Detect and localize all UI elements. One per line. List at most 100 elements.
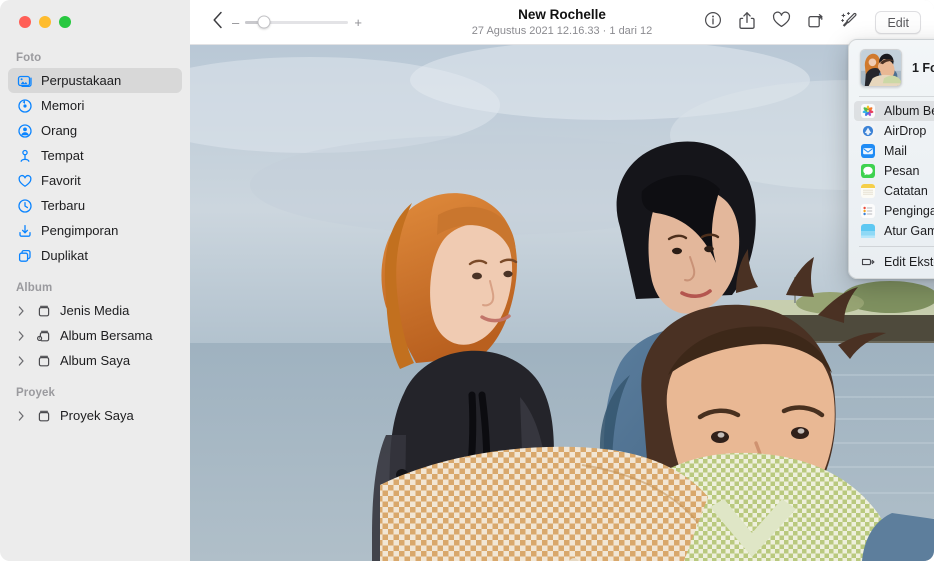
- photo-image: [190, 45, 934, 561]
- sidebar-item-tempat[interactable]: Tempat: [8, 143, 182, 168]
- popover-divider-bottom: [859, 246, 934, 247]
- heart-icon: [16, 172, 33, 189]
- places-pin-icon: [16, 147, 33, 164]
- selected-photo-thumbnail: [860, 49, 902, 87]
- sidebar-section-header-album: Album: [0, 282, 190, 298]
- minimize-button[interactable]: [39, 16, 51, 28]
- spacer: [0, 373, 190, 387]
- album-icon: [35, 407, 52, 424]
- chevron-right-icon[interactable]: [16, 306, 27, 316]
- share-target-label: Pesan: [884, 164, 919, 178]
- sidebar-item-pengimporan[interactable]: Pengimporan: [8, 218, 182, 243]
- slider-track[interactable]: [245, 21, 348, 24]
- info-button[interactable]: [697, 8, 729, 38]
- close-button[interactable]: [19, 16, 31, 28]
- share-target-album-bersama[interactable]: Album Bersama: [854, 101, 934, 121]
- edit-extensions-label: Edit Ekstensi...: [884, 255, 934, 269]
- share-button[interactable]: [731, 8, 763, 38]
- spacer: [0, 268, 190, 282]
- chevron-right-icon[interactable]: [16, 411, 27, 421]
- sidebar-item-label: Proyek Saya: [60, 408, 134, 423]
- share-target-label: Mail: [884, 144, 907, 158]
- enhance-button[interactable]: [833, 8, 865, 38]
- messages-app-icon: [860, 164, 875, 179]
- sidebar-item-duplikat[interactable]: Duplikat: [8, 243, 182, 268]
- share-target-label: Pengingat: [884, 204, 934, 218]
- sidebar-item-proyek-saya[interactable]: Proyek Saya: [8, 403, 182, 428]
- zoom-slider[interactable]: – +: [232, 15, 362, 29]
- sidebar-item-label: Tempat: [41, 148, 84, 163]
- photos-app-window: Foto Perpustakaan Memori Orang: [0, 0, 934, 561]
- share-target-label: AirDrop: [884, 124, 926, 138]
- sidebar-item-jenis-media[interactable]: Jenis Media: [8, 298, 182, 323]
- sidebar-item-label: Terbaru: [41, 198, 85, 213]
- sidebar-item-label: Album Bersama: [60, 328, 152, 343]
- album-icon: [35, 352, 52, 369]
- sidebar-section-header-foto: Foto: [0, 52, 190, 68]
- sidebar-section-header-proyek: Proyek: [0, 387, 190, 403]
- share-target-pengingat[interactable]: Pengingat: [854, 201, 934, 221]
- share-target-label: Album Bersama: [884, 104, 934, 118]
- edit-button-label: Edit: [887, 16, 909, 30]
- library-icon: [16, 72, 33, 89]
- share-target-label: Catatan: [884, 184, 928, 198]
- share-target-mail[interactable]: Mail: [854, 141, 934, 161]
- photo-viewer[interactable]: [190, 45, 934, 561]
- zoom-button[interactable]: [59, 16, 71, 28]
- chevron-left-icon: [212, 11, 224, 34]
- photos-app-icon: [860, 104, 875, 119]
- popover-title: 1 Foto Dipilih: [912, 61, 934, 75]
- toolbar: – + New Rochelle 27 Agustus 2021 12.16.3…: [190, 0, 934, 45]
- share-target-label: Atur Gambar Desktop: [884, 224, 934, 238]
- share-target-atur-gambar-desktop[interactable]: Atur Gambar Desktop: [854, 221, 934, 241]
- sidebar-item-label: Perpustakaan: [41, 73, 121, 88]
- notes-app-icon: [860, 184, 875, 199]
- airdrop-icon: [860, 124, 875, 139]
- album-icon: [35, 302, 52, 319]
- popover-header: 1 Foto Dipilih: [849, 47, 934, 96]
- sidebar: Foto Perpustakaan Memori Orang: [0, 0, 190, 561]
- mail-app-icon: [860, 144, 875, 159]
- people-icon: [16, 122, 33, 139]
- back-button[interactable]: [207, 11, 229, 33]
- sidebar-item-perpustakaan[interactable]: Perpustakaan: [8, 68, 182, 93]
- sidebar-item-memori[interactable]: Memori: [8, 93, 182, 118]
- sidebar-item-label: Memori: [41, 98, 84, 113]
- slider-thumb[interactable]: [257, 16, 270, 29]
- sidebar-item-label: Duplikat: [41, 248, 88, 263]
- shared-album-icon: [35, 327, 52, 344]
- window-traffic-lights: [19, 16, 71, 28]
- sidebar-item-album-bersama[interactable]: Album Bersama: [8, 323, 182, 348]
- desktop-picture-icon: [860, 224, 875, 239]
- info-circle-icon: [704, 11, 722, 34]
- rotate-button[interactable]: [799, 8, 831, 38]
- clock-icon: [16, 197, 33, 214]
- sidebar-item-terbaru[interactable]: Terbaru: [8, 193, 182, 218]
- sidebar-item-label: Orang: [41, 123, 77, 138]
- share-icon: [738, 11, 756, 35]
- share-popover: 1 Foto Dipilih: [848, 39, 934, 279]
- sidebar-item-favorit[interactable]: Favorit: [8, 168, 182, 193]
- main-content-area: – + New Rochelle 27 Agustus 2021 12.16.3…: [190, 0, 934, 561]
- duplicates-icon: [16, 247, 33, 264]
- sidebar-item-album-saya[interactable]: Album Saya: [8, 348, 182, 373]
- favorite-button[interactable]: [765, 8, 797, 38]
- share-target-airdrop[interactable]: AirDrop: [854, 121, 934, 141]
- rotate-icon: [806, 11, 825, 35]
- reminders-app-icon: [860, 204, 875, 219]
- share-target-catatan[interactable]: Catatan: [854, 181, 934, 201]
- chevron-right-icon[interactable]: [16, 331, 27, 341]
- zoom-in-label[interactable]: +: [354, 16, 362, 29]
- popover-divider: [859, 96, 934, 97]
- heart-outline-icon: [772, 11, 791, 34]
- edit-button[interactable]: Edit: [875, 11, 921, 34]
- sidebar-item-label: Album Saya: [60, 353, 130, 368]
- share-target-pesan[interactable]: Pesan: [854, 161, 934, 181]
- sidebar-scroll-area: Foto Perpustakaan Memori Orang: [0, 52, 190, 428]
- edit-extensions-item[interactable]: Edit Ekstensi...: [854, 252, 934, 272]
- import-icon: [16, 222, 33, 239]
- sidebar-item-label: Pengimporan: [41, 223, 118, 238]
- zoom-out-label[interactable]: –: [232, 16, 239, 29]
- chevron-right-icon[interactable]: [16, 356, 27, 366]
- sidebar-item-orang[interactable]: Orang: [8, 118, 182, 143]
